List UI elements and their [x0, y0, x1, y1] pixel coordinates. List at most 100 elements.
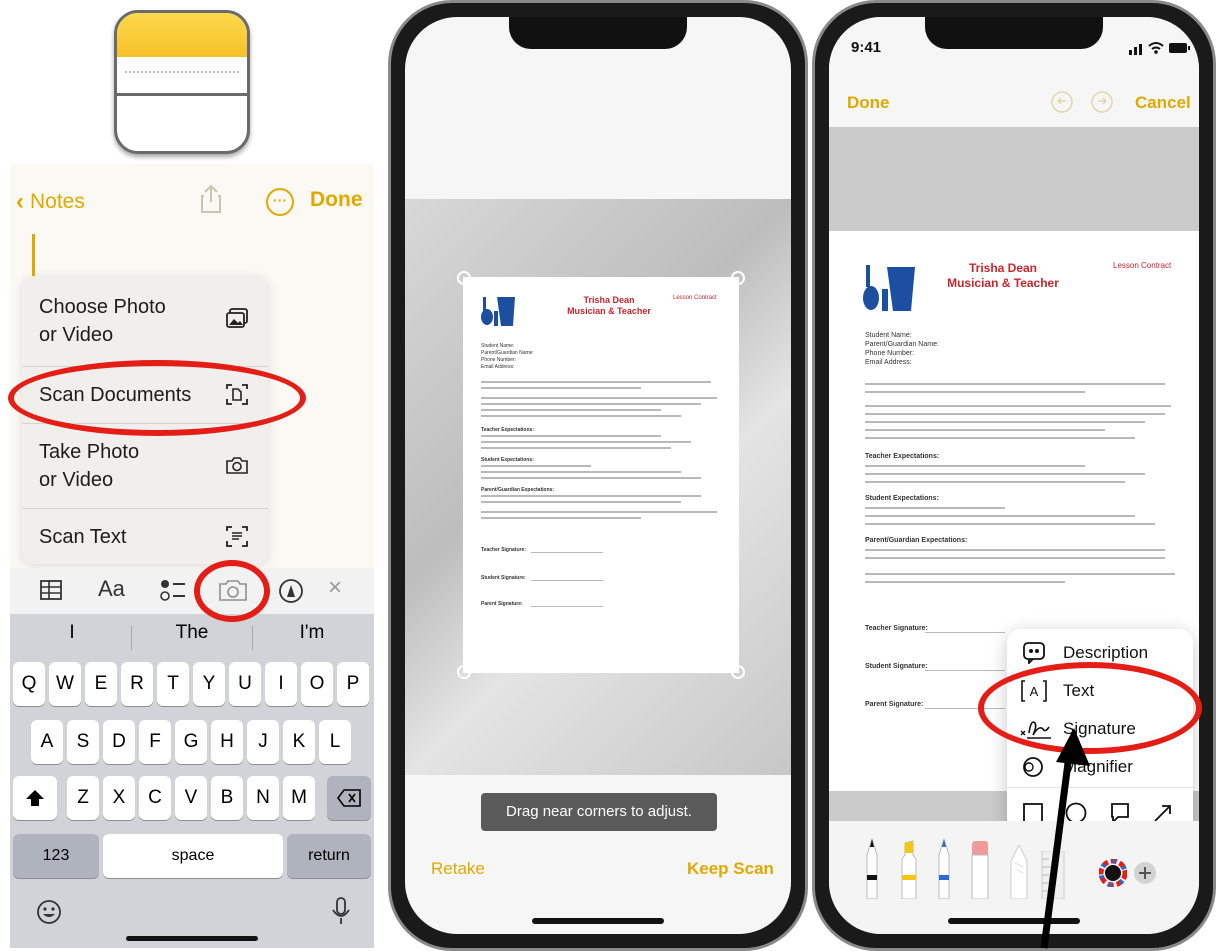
signature-label: Parent Signature:: [865, 701, 924, 708]
corner-handle[interactable]: [457, 271, 471, 285]
key-s[interactable]: S: [67, 720, 99, 764]
key-h[interactable]: H: [211, 720, 243, 764]
signature-label: Teacher Signature:: [481, 547, 526, 553]
text-line: [865, 581, 1065, 583]
signature-label: Student Signature:: [481, 575, 526, 581]
eraser-tool-icon[interactable]: [971, 841, 989, 899]
markup-pen-icon[interactable]: [278, 578, 304, 604]
cancel-button[interactable]: Cancel: [1135, 93, 1191, 113]
key-t[interactable]: T: [157, 662, 189, 706]
key-x[interactable]: X: [103, 776, 135, 820]
suggestion-2[interactable]: The: [132, 622, 252, 644]
document-fields: Student Name: Parent/Guardian Name: Phone …: [865, 332, 939, 366]
phone-notch: [925, 17, 1103, 49]
highlighter-tool-icon[interactable]: [901, 839, 917, 899]
corner-handle[interactable]: [457, 665, 471, 679]
camera-icon: [226, 457, 248, 474]
menu-item-label: Choose Photo or Video: [39, 296, 166, 346]
highlight-scan-documents: [8, 360, 306, 436]
text-line: [481, 403, 701, 405]
suggestion-1[interactable]: I: [12, 622, 132, 644]
close-icon[interactable]: ×: [328, 574, 342, 602]
key-j[interactable]: J: [247, 720, 279, 764]
status-icons: [1129, 42, 1190, 55]
text-line: [865, 481, 1125, 483]
numbers-key[interactable]: 123: [13, 834, 99, 878]
key-z[interactable]: Z: [67, 776, 99, 820]
back-button[interactable]: ‹ Notes: [16, 188, 85, 216]
description-icon: [1023, 642, 1045, 664]
checklist-icon[interactable]: [160, 578, 186, 602]
keep-scan-button[interactable]: Keep Scan: [687, 859, 774, 879]
corner-handle[interactable]: [731, 271, 745, 285]
table-icon[interactable]: [40, 580, 62, 600]
instruments-logo: [481, 297, 515, 326]
pencil-tool-icon[interactable]: [937, 839, 951, 899]
menu-item-choose-photo[interactable]: Choose Photo or Video: [22, 276, 268, 366]
text-line: [865, 549, 1165, 551]
key-f[interactable]: F: [139, 720, 171, 764]
signature-label: Teacher Signature:: [865, 625, 928, 632]
key-i[interactable]: I: [265, 662, 297, 706]
key-r[interactable]: R: [121, 662, 153, 706]
section-heading: Parent/Guardian Expectations:: [481, 487, 555, 493]
return-key[interactable]: return: [287, 834, 371, 878]
shift-icon: [26, 790, 44, 806]
share-icon[interactable]: [200, 184, 222, 214]
key-p[interactable]: P: [337, 662, 369, 706]
text-line: [481, 441, 691, 443]
text-line: [481, 501, 681, 503]
retake-button[interactable]: Retake: [431, 859, 485, 879]
text-line: [865, 405, 1171, 407]
arrow-shape-icon[interactable]: [1153, 803, 1173, 823]
pen-tool-icon[interactable]: [865, 839, 879, 899]
home-indicator: [532, 918, 664, 924]
phone-notch: [509, 17, 687, 49]
corner-handle[interactable]: [731, 665, 745, 679]
signature-line: [925, 670, 1005, 671]
space-key[interactable]: space: [103, 834, 283, 878]
menu-item-label: Take Photo or Video: [39, 441, 140, 491]
add-markup-icon[interactable]: [1133, 861, 1157, 885]
highlight-camera-button: [194, 560, 270, 622]
key-o[interactable]: O: [301, 662, 333, 706]
instruments-logo: [863, 265, 915, 311]
microphone-icon[interactable]: [332, 897, 350, 925]
done-button[interactable]: Done: [847, 93, 890, 113]
key-v[interactable]: V: [175, 776, 207, 820]
text-line: [865, 421, 1145, 423]
key-a[interactable]: A: [31, 720, 63, 764]
section-heading: Teacher Expectations:: [865, 453, 940, 460]
document-header: Trisha Dean Musician & Teacher: [947, 261, 1059, 290]
key-c[interactable]: C: [139, 776, 171, 820]
menu-item-take-photo[interactable]: Take Photo or Video: [22, 424, 268, 508]
undo-icon[interactable]: [1051, 91, 1073, 113]
redo-icon[interactable]: [1091, 91, 1113, 113]
more-options-icon[interactable]: ···: [266, 188, 294, 216]
key-q[interactable]: Q: [13, 662, 45, 706]
key-k[interactable]: K: [283, 720, 315, 764]
text-line: [865, 473, 1145, 475]
menu-item-scan-text[interactable]: Scan Text: [22, 509, 268, 564]
done-button[interactable]: Done: [310, 188, 363, 212]
text-format-button[interactable]: Aa: [98, 576, 125, 602]
delete-key[interactable]: [327, 776, 371, 820]
key-m[interactable]: M: [283, 776, 315, 820]
shift-key[interactable]: [13, 776, 57, 820]
emoji-icon[interactable]: [36, 899, 62, 925]
key-g[interactable]: G: [175, 720, 207, 764]
key-w[interactable]: W: [49, 662, 81, 706]
signature-line: [531, 580, 603, 581]
adjust-hint-toast: Drag near corners to adjust.: [481, 793, 717, 831]
suggestion-3[interactable]: I'm: [252, 622, 372, 644]
key-y[interactable]: Y: [193, 662, 225, 706]
key-d[interactable]: D: [103, 720, 135, 764]
chevron-left-icon: ‹: [16, 188, 24, 215]
key-n[interactable]: N: [247, 776, 279, 820]
key-l[interactable]: L: [319, 720, 351, 764]
key-e[interactable]: E: [85, 662, 117, 706]
key-b[interactable]: B: [211, 776, 243, 820]
key-u[interactable]: U: [229, 662, 261, 706]
scan-text-icon: [226, 526, 248, 547]
home-indicator: [126, 936, 258, 941]
